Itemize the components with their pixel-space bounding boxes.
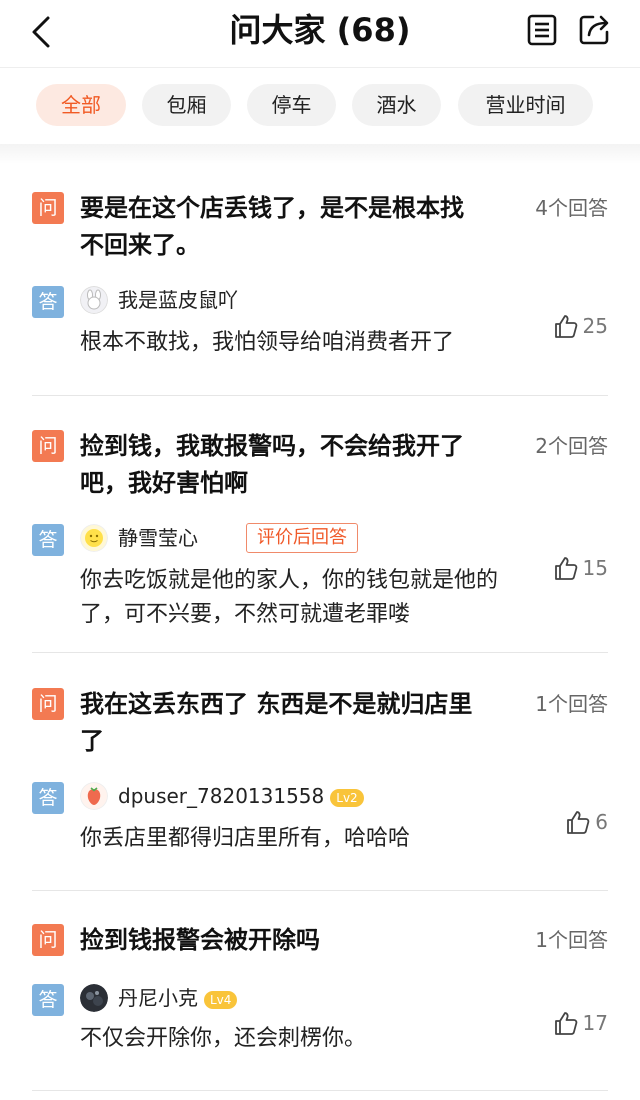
thumbs-up-icon xyxy=(567,811,590,834)
question-icon: 问 xyxy=(32,924,64,956)
like-button[interactable]: 25 xyxy=(553,309,608,343)
answer-icon: 答 xyxy=(32,524,64,556)
avatar[interactable] xyxy=(80,782,108,810)
list-icon[interactable] xyxy=(524,12,560,48)
like-button[interactable]: 6 xyxy=(565,805,608,839)
tab-private-room[interactable]: 包厢 xyxy=(142,84,231,126)
user-name[interactable]: 丹尼小克 Lv4 xyxy=(118,984,238,1012)
qa-item[interactable]: 问 捡到钱，我敢报警吗，不会给我开了吧，我好害怕啊 2个回答 答 静雪莹心 评价… xyxy=(32,426,608,646)
qa-item[interactable]: 问 我在这丢东西了 东西是不是就归店里了 1个回答 答 dpuser_78201… xyxy=(32,684,608,884)
question-icon: 问 xyxy=(32,192,64,224)
question-text[interactable]: 捡到钱报警会被开除吗 xyxy=(80,922,480,959)
thumbs-up-icon xyxy=(554,315,577,338)
answer-count[interactable]: 2个回答 xyxy=(535,430,608,459)
share-icon[interactable] xyxy=(576,12,612,48)
like-button[interactable]: 17 xyxy=(553,1006,608,1040)
answer-text[interactable]: 根本不敢找，我怕领导给咱消费者开了 xyxy=(80,326,536,360)
answer-icon: 答 xyxy=(32,286,64,318)
avatar[interactable] xyxy=(80,286,108,314)
like-count: 17 xyxy=(582,1011,608,1035)
user-name[interactable]: dpuser_7820131558 Lv2 xyxy=(118,782,364,810)
qa-item[interactable]: 问 捡到钱报警会被开除吗 1个回答 答 丹尼小克 Lv4 不仅会开除你，还会刺楞你… xyxy=(32,920,608,1080)
question-icon: 问 xyxy=(32,430,64,462)
user-name[interactable]: 静雪莹心 xyxy=(118,524,198,552)
answer-icon: 答 xyxy=(32,984,64,1016)
like-count: 6 xyxy=(595,810,608,834)
like-button[interactable]: 15 xyxy=(553,551,608,585)
divider xyxy=(32,890,608,891)
tab-business-hours[interactable]: 营业时间 xyxy=(458,84,593,126)
avatar[interactable] xyxy=(80,524,108,552)
level-badge: Lv2 xyxy=(330,788,364,807)
section-shadow xyxy=(0,144,640,164)
divider xyxy=(32,395,608,396)
question-icon: 问 xyxy=(32,688,64,720)
answer-count[interactable]: 4个回答 xyxy=(535,192,608,221)
filter-tabs: 全部 包厢 停车 酒水 营业时间 xyxy=(0,68,640,144)
tab-all[interactable]: 全部 xyxy=(36,84,126,126)
answer-text[interactable]: 你丢店里都得归店里所有，哈哈哈 xyxy=(80,822,536,856)
level-badge: Lv4 xyxy=(204,990,238,1009)
avatar[interactable] xyxy=(80,984,108,1012)
question-text[interactable]: 我在这丢东西了 东西是不是就归店里了 xyxy=(80,686,480,760)
tab-parking[interactable]: 停车 xyxy=(247,84,336,126)
answer-count[interactable]: 1个回答 xyxy=(535,688,608,717)
answer-text[interactable]: 你去吃饭就是他的家人，你的钱包就是他的了，可不兴要，不然可就遭老罪喽 xyxy=(80,564,536,632)
like-count: 25 xyxy=(582,314,608,338)
thumbs-up-icon xyxy=(554,557,577,580)
answer-count[interactable]: 1个回答 xyxy=(535,924,608,953)
qa-item[interactable]: 问 要是在这个店丢钱了，是不是根本找不回来了。 4个回答 答 我是蓝皮鼠吖 根本… xyxy=(32,188,608,388)
divider xyxy=(32,652,608,653)
review-answer-badge: 评价后回答 xyxy=(246,523,358,553)
question-text[interactable]: 要是在这个店丢钱了，是不是根本找不回来了。 xyxy=(80,190,480,264)
thumbs-up-icon xyxy=(554,1012,577,1035)
user-name[interactable]: 我是蓝皮鼠吖 xyxy=(118,286,238,314)
divider xyxy=(32,1090,608,1091)
top-bar: 问大家 (68) xyxy=(0,0,640,68)
answer-text[interactable]: 不仅会开除你，还会刺楞你。 xyxy=(80,1022,536,1056)
tab-drinks[interactable]: 酒水 xyxy=(352,84,441,126)
like-count: 15 xyxy=(582,556,608,580)
answer-icon: 答 xyxy=(32,782,64,814)
question-text[interactable]: 捡到钱，我敢报警吗，不会给我开了吧，我好害怕啊 xyxy=(80,428,480,502)
